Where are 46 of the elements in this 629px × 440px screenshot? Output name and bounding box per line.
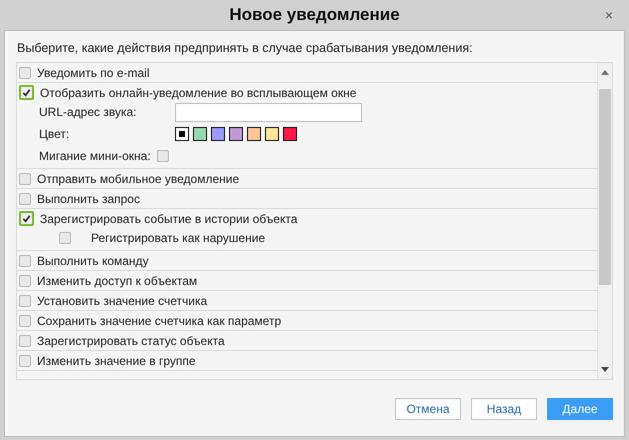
action-label[interactable]: Зарегистрировать статус объекта	[37, 334, 225, 348]
action-label[interactable]: Зарегистрировать событие в истории объекта	[40, 212, 298, 226]
checkmark-icon	[22, 214, 31, 223]
action-label[interactable]: Отобразить онлайн-уведомление во всплывающем окне	[40, 86, 356, 100]
color-swatch[interactable]	[283, 127, 297, 141]
action-label[interactable]: Сохранить значение счетчика как параметр	[37, 314, 282, 328]
checkbox[interactable]	[19, 192, 31, 204]
color-swatch[interactable]	[247, 127, 261, 141]
color-swatch[interactable]	[193, 127, 207, 141]
action-label[interactable]: Изменить значение в группе	[37, 354, 196, 368]
action-label[interactable]: Уведомить по e-mail	[37, 66, 150, 80]
checkbox[interactable]	[19, 334, 31, 346]
field-label: URL-адрес звука:	[39, 105, 138, 119]
instruction-text: Выберите, какие действия предпринять в случае срабатывания уведомления:	[17, 41, 474, 55]
action-label[interactable]: Отправить мобильное уведомление	[37, 172, 240, 186]
action-label[interactable]: Выполнить команду	[37, 254, 149, 268]
input-field[interactable]	[175, 102, 362, 122]
checkbox[interactable]	[19, 354, 31, 366]
checkbox[interactable]	[19, 85, 34, 100]
dialog-button[interactable]: Назад	[471, 398, 537, 420]
close-button[interactable]: ×	[604, 7, 613, 23]
color-swatch[interactable]	[265, 127, 279, 141]
checkbox[interactable]	[19, 274, 31, 286]
color-swatch[interactable]	[229, 127, 243, 141]
field-label: Цвет:	[39, 127, 70, 141]
checkbox[interactable]	[59, 232, 71, 244]
checkbox[interactable]	[19, 211, 34, 226]
checkbox[interactable]	[19, 294, 31, 306]
option-label: Регистрировать как нарушение	[91, 231, 266, 245]
checkbox[interactable]	[19, 254, 31, 266]
scrollbar[interactable]	[597, 63, 612, 379]
checkmark-icon	[22, 88, 31, 97]
action-label[interactable]: Установить значение счетчика	[37, 294, 208, 308]
scroll-up-icon[interactable]	[601, 69, 609, 75]
checkbox[interactable]	[19, 172, 31, 184]
dialog-button[interactable]: Отмена	[395, 398, 461, 420]
color-swatch[interactable]	[211, 127, 225, 141]
checkbox[interactable]	[19, 314, 31, 326]
color-swatch[interactable]	[175, 127, 189, 141]
scroll-down-icon[interactable]	[601, 367, 609, 373]
action-label[interactable]: Выполнить запрос	[37, 192, 140, 206]
action-label[interactable]: Изменить доступ к объектам	[37, 274, 198, 288]
window-title: Новое уведомление	[229, 5, 400, 25]
field-label: Мигание мини-окна:	[39, 149, 151, 163]
checkbox[interactable]	[19, 66, 31, 78]
checkbox[interactable]	[156, 150, 169, 162]
